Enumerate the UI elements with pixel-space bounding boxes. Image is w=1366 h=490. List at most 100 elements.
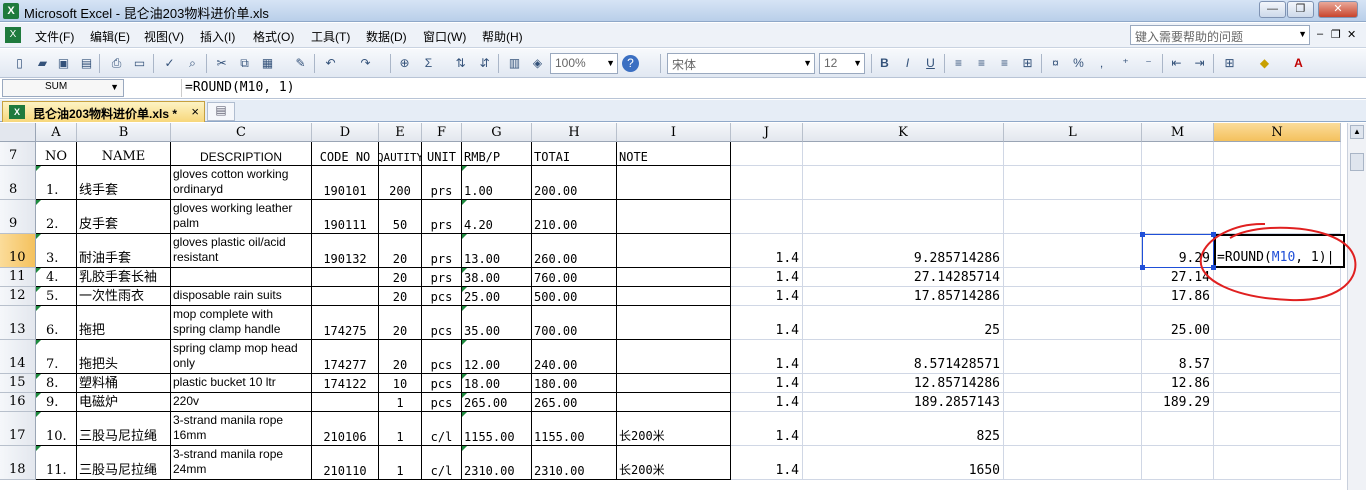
cell-m9[interactable] [1142, 200, 1214, 234]
chevron-down-icon[interactable]: ▼ [803, 58, 812, 68]
column-header-d[interactable]: D [312, 123, 379, 142]
cell-j16[interactable]: 1.4 [731, 393, 803, 412]
cell-f18[interactable]: c/l [422, 446, 462, 480]
cell-h11[interactable]: 760.00 [532, 268, 617, 287]
menu-tools[interactable]: 工具(T) [311, 28, 350, 45]
decrease-indent-icon[interactable]: ⇤ [1168, 55, 1185, 72]
cell-h12[interactable]: 500.00 [532, 287, 617, 306]
cell-e18[interactable]: 1 [379, 446, 422, 480]
cell-l11[interactable] [1004, 268, 1142, 287]
cell-j18[interactable]: 1.4 [731, 446, 803, 480]
comma-style-icon[interactable]: , [1093, 55, 1110, 72]
cell-n18[interactable] [1214, 446, 1341, 480]
cell-f14[interactable]: pcs [422, 340, 462, 374]
cell-g15[interactable]: 18.00 [462, 374, 532, 393]
column-header-g[interactable]: G [462, 123, 532, 142]
cell-a10[interactable]: 3. [36, 234, 77, 268]
cell-h13[interactable]: 700.00 [532, 306, 617, 340]
currency-icon[interactable]: ¤ [1047, 55, 1064, 72]
cell-g12[interactable]: 25.00 [462, 287, 532, 306]
cell-a18[interactable]: 11. [36, 446, 77, 480]
column-header-n[interactable]: N [1214, 123, 1341, 142]
cell-j11[interactable]: 1.4 [731, 268, 803, 287]
cell-e8[interactable]: 200 [379, 166, 422, 200]
cell-n8[interactable] [1214, 166, 1341, 200]
column-header-l[interactable]: L [1004, 123, 1142, 142]
print-icon[interactable]: ⎙ [108, 55, 125, 72]
cell-a8[interactable]: 1. [36, 166, 77, 200]
align-left-icon[interactable]: ≡ [950, 55, 967, 72]
new-icon[interactable]: ▯ [11, 55, 28, 72]
cell-b14[interactable]: 拖把头 [77, 340, 171, 374]
cell-k11[interactable]: 27.14285714 [803, 268, 1004, 287]
cell-d11[interactable] [312, 268, 379, 287]
column-header-b[interactable]: B [77, 123, 171, 142]
cell-j10[interactable]: 1.4 [731, 234, 803, 268]
column-header-f[interactable]: F [422, 123, 462, 142]
zoom-select[interactable]: 100% ▼ [550, 53, 618, 74]
column-header-e[interactable]: E [379, 123, 422, 142]
cell-n9[interactable] [1214, 200, 1341, 234]
cell-l8[interactable] [1004, 166, 1142, 200]
chevron-down-icon[interactable]: ▼ [110, 82, 119, 92]
row-header-14[interactable]: 14 [0, 340, 36, 374]
doc-restore-icon[interactable]: ❐ [1331, 28, 1341, 41]
cell-b16[interactable]: 电磁炉 [77, 393, 171, 412]
cell-g10[interactable]: 13.00 [462, 234, 532, 268]
cell-j12[interactable]: 1.4 [731, 287, 803, 306]
name-box[interactable]: SUM ▼ [2, 79, 124, 97]
cell-f15[interactable]: pcs [422, 374, 462, 393]
cell-l16[interactable] [1004, 393, 1142, 412]
cell-n16[interactable] [1214, 393, 1341, 412]
row-header-16[interactable]: 16 [0, 393, 36, 412]
cell-d13[interactable]: 174275 [312, 306, 379, 340]
column-header-i[interactable]: I [617, 123, 731, 142]
cell-i11[interactable] [617, 268, 731, 287]
open-icon[interactable]: ▰ [34, 55, 51, 72]
cell-n11[interactable] [1214, 268, 1341, 287]
reference-resize-handle[interactable] [1140, 232, 1145, 237]
row-header-7[interactable]: 7 [0, 142, 36, 166]
cell-g16[interactable]: 265.00 [462, 393, 532, 412]
cell-e17[interactable]: 1 [379, 412, 422, 446]
cell-k9[interactable] [803, 200, 1004, 234]
cell-n14[interactable] [1214, 340, 1341, 374]
cell-k16[interactable]: 189.2857143 [803, 393, 1004, 412]
cell-k7[interactable] [803, 142, 1004, 166]
cell-c15[interactable]: plastic bucket 10 ltr [171, 374, 312, 393]
align-center-icon[interactable]: ≡ [973, 55, 990, 72]
reference-resize-handle[interactable] [1211, 232, 1216, 237]
cell-l9[interactable] [1004, 200, 1142, 234]
cell-m16[interactable]: 189.29 [1142, 393, 1214, 412]
cell-h10[interactable]: 260.00 [532, 234, 617, 268]
cell-k13[interactable]: 25 [803, 306, 1004, 340]
cell-h17[interactable]: 1155.00 [532, 412, 617, 446]
cell-d17[interactable]: 210106 [312, 412, 379, 446]
row-header-13[interactable]: 13 [0, 306, 36, 340]
cell-e12[interactable]: 20 [379, 287, 422, 306]
cell-h7[interactable]: TOTAI [532, 142, 617, 166]
close-tab-icon[interactable]: × [191, 104, 199, 119]
borders-icon[interactable]: ⊞ [1221, 55, 1238, 72]
new-tab-icon[interactable]: ▤ [207, 102, 235, 121]
cell-d14[interactable]: 174277 [312, 340, 379, 374]
cell-n17[interactable] [1214, 412, 1341, 446]
spelling-icon[interactable]: ✓ [161, 55, 178, 72]
cell-b12[interactable]: 一次性雨衣 [77, 287, 171, 306]
cell-m8[interactable] [1142, 166, 1214, 200]
cell-h9[interactable]: 210.00 [532, 200, 617, 234]
cell-h16[interactable]: 265.00 [532, 393, 617, 412]
cell-i18[interactable]: 长200米 [617, 446, 731, 480]
cell-a16[interactable]: 9. [36, 393, 77, 412]
cell-k12[interactable]: 17.85714286 [803, 287, 1004, 306]
cell-l12[interactable] [1004, 287, 1142, 306]
drawing-icon[interactable]: ◈ [529, 55, 546, 72]
row-header-11[interactable]: 11 [0, 268, 36, 287]
cell-l17[interactable] [1004, 412, 1142, 446]
cell-e15[interactable]: 10 [379, 374, 422, 393]
cell-k17[interactable]: 825 [803, 412, 1004, 446]
reference-resize-handle[interactable] [1211, 265, 1216, 270]
help-search-input[interactable]: 键入需要帮助的问题 ▼ [1130, 25, 1310, 45]
select-all-corner[interactable] [0, 123, 36, 142]
cell-h8[interactable]: 200.00 [532, 166, 617, 200]
